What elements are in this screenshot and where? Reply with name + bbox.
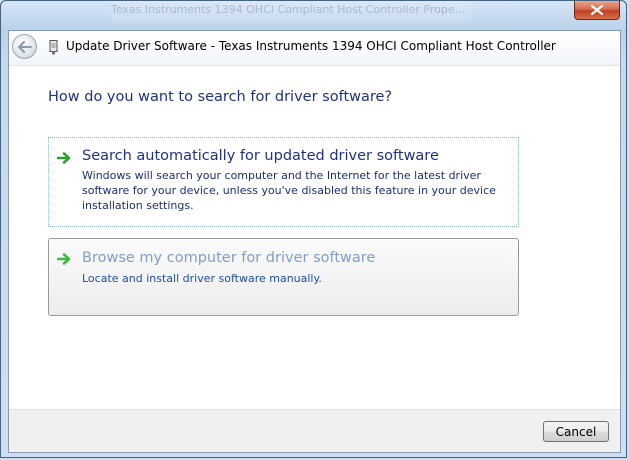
footer-bar: Cancel	[9, 409, 620, 452]
search-automatically-option[interactable]: Search automatically for updated driver …	[48, 137, 519, 227]
green-arrow-icon	[57, 253, 71, 265]
title-bar: Update Driver Software - Texas Instrumen…	[9, 31, 620, 66]
device-icon	[49, 40, 58, 55]
dialog-window: Texas Instruments 1394 OHCI Compliant Ho…	[0, 0, 627, 458]
background-window-title: Texas Instruments 1394 OHCI Compliant Ho…	[111, 1, 471, 23]
back-button[interactable]	[12, 34, 37, 59]
window-title: Update Driver Software - Texas Instrumen…	[66, 39, 556, 53]
cancel-button[interactable]: Cancel	[543, 421, 609, 442]
page-heading: How do you want to search for driver sof…	[48, 89, 393, 105]
option-title: Search automatically for updated driver …	[82, 148, 439, 164]
close-icon	[591, 5, 603, 15]
option-description: Locate and install driver software manua…	[82, 272, 322, 285]
back-arrow-icon	[17, 40, 32, 53]
close-button[interactable]	[574, 1, 620, 20]
green-arrow-icon	[57, 152, 71, 164]
option-description: Windows will search your computer and th…	[82, 169, 496, 212]
option-title: Browse my computer for driver software	[82, 250, 376, 266]
browse-computer-option[interactable]: Browse my computer for driver software L…	[48, 238, 519, 316]
dialog-content: Update Driver Software - Texas Instrumen…	[8, 30, 621, 453]
